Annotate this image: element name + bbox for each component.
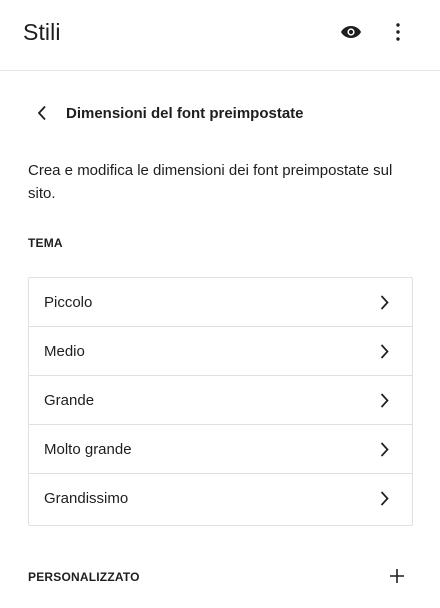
more-options-button[interactable]	[382, 18, 414, 50]
preset-item-piccolo[interactable]: Piccolo	[29, 278, 412, 327]
custom-section-label: PERSONALIZZATO	[28, 570, 140, 584]
header: Stili	[0, 0, 440, 71]
app-title: Stili	[23, 19, 61, 45]
page-description: Crea e modifica le dimensioni dei font p…	[28, 162, 393, 202]
page-title: Dimensioni del font preimpostate	[66, 105, 304, 122]
preset-item-medio[interactable]: Medio	[29, 327, 412, 376]
add-custom-size-button[interactable]	[384, 565, 410, 591]
preset-item-molto-grande[interactable]: Molto grande	[29, 425, 412, 474]
back-button[interactable]	[30, 102, 54, 128]
preset-item-label: Piccolo	[44, 294, 93, 311]
chevron-right-icon	[376, 342, 392, 360]
more-vertical-icon	[396, 22, 400, 46]
preset-item-grande[interactable]: Grande	[29, 376, 412, 425]
preset-item-label: Molto grande	[44, 441, 132, 458]
chevron-right-icon	[376, 489, 392, 507]
preset-item-label: Grande	[44, 392, 95, 409]
navigator-header: Dimensioni del font preimpostate	[28, 100, 418, 130]
plus-icon	[389, 568, 405, 589]
preview-button[interactable]	[335, 18, 367, 50]
chevron-right-icon	[376, 293, 392, 311]
chevron-right-icon	[376, 440, 392, 458]
theme-section-label: TEMA	[28, 236, 63, 250]
preset-item-grandissimo[interactable]: Grandissimo	[29, 474, 412, 524]
chevron-right-icon	[376, 391, 392, 409]
preset-item-label: Medio	[44, 343, 85, 360]
eye-icon	[340, 25, 362, 44]
chevron-left-icon	[37, 105, 47, 126]
preset-item-label: Grandissimo	[44, 490, 129, 507]
preset-list: Piccolo Medio Grande Molto grande Grandi…	[28, 277, 413, 526]
